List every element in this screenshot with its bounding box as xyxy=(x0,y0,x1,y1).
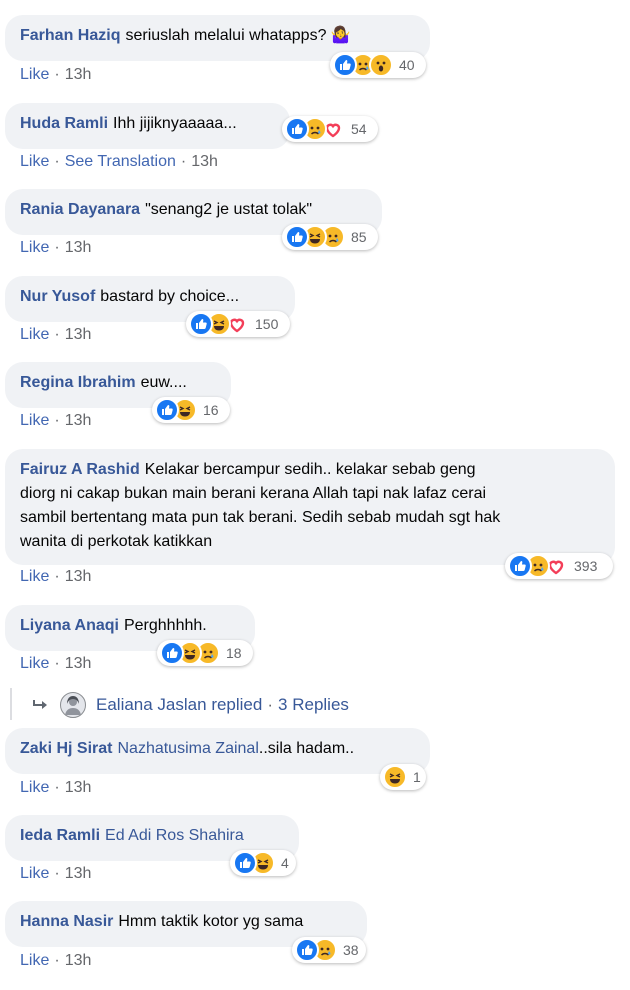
reaction-count: 1 xyxy=(413,769,421,785)
reaction-count: 54 xyxy=(351,121,367,137)
reaction-count: 150 xyxy=(255,316,279,332)
comment-actions: Like · 13h xyxy=(20,952,92,969)
comment-actions: Like · 13h xyxy=(20,865,92,882)
reaction-count: 18 xyxy=(226,645,242,661)
wow-reaction-icon xyxy=(369,53,393,77)
like-reaction-icon xyxy=(155,398,179,422)
like-link[interactable]: Like xyxy=(20,239,49,256)
comment-text: bastard by choice... xyxy=(100,288,240,305)
comment-text: "senang2 je ustat tolak" xyxy=(145,201,313,218)
reaction-summary[interactable]: 85 xyxy=(282,224,378,250)
like-link[interactable]: Like xyxy=(20,326,49,343)
commenter-name[interactable]: Fairuz A Rashid xyxy=(20,461,140,478)
comment-text-line: wanita di perkotak katikkan xyxy=(20,533,213,550)
like-link[interactable]: Like xyxy=(20,779,49,796)
reaction-summary[interactable]: 150 xyxy=(186,311,290,337)
comment-text: ..sila hadam.. xyxy=(258,740,355,757)
timestamp[interactable]: 13h xyxy=(65,568,92,585)
like-reaction-icon xyxy=(285,225,309,249)
view-replies-link[interactable]: Ealiana Jaslan replied · 3 Replies xyxy=(32,690,349,720)
comment-actions: Like · 13h xyxy=(20,655,92,672)
commenter-name[interactable]: Rania Dayanara xyxy=(20,201,140,218)
reply-action: replied xyxy=(211,695,263,714)
comment-bubble: Zaki Hj Sirat Nazhatusima Zainal..sila ha… xyxy=(5,728,430,774)
comment-actions: Like · 13h xyxy=(20,326,92,343)
reaction-summary[interactable]: 4 xyxy=(230,850,296,876)
reaction-summary[interactable]: 393 xyxy=(505,553,613,579)
like-link[interactable]: Like xyxy=(20,153,49,170)
timestamp[interactable]: 13h xyxy=(191,153,218,170)
comment-text: Ihh jijiknyaaaaa... xyxy=(113,115,237,132)
mention-link[interactable]: Ed Adi Ros Shahira xyxy=(105,827,244,844)
reaction-summary[interactable]: 16 xyxy=(152,397,230,423)
like-reaction-icon xyxy=(285,117,309,141)
mention-link[interactable]: Nazhatusima Zainal xyxy=(117,740,258,757)
reaction-count: 85 xyxy=(351,229,367,245)
comment-actions: Like · 13h xyxy=(20,239,92,256)
reply-author[interactable]: Ealiana Jaslan xyxy=(96,695,207,715)
avatar[interactable] xyxy=(60,692,86,718)
like-link[interactable]: Like xyxy=(20,655,49,672)
comment-text: Perghhhhh. xyxy=(123,617,207,634)
comment-actions: Like · 13h xyxy=(20,66,92,83)
commenter-name[interactable]: Ieda Ramli xyxy=(20,827,100,844)
like-reaction-icon xyxy=(160,641,184,665)
reaction-count: 16 xyxy=(203,402,219,418)
reaction-count: 38 xyxy=(343,942,359,958)
comment-text: Hmm taktik kotor yg sama xyxy=(118,913,304,930)
reaction-summary[interactable]: 40 xyxy=(330,52,426,78)
thread-line xyxy=(10,688,16,720)
reaction-summary[interactable]: 54 xyxy=(282,116,378,142)
commenter-name[interactable]: Hanna Nasir xyxy=(20,913,113,930)
comment-bubble: Fairuz A Rashid Kelakar bercampur sedih..… xyxy=(5,449,615,565)
commenter-name[interactable]: Zaki Hj Sirat xyxy=(20,740,112,757)
comment-text: euw.... xyxy=(140,374,187,391)
like-link[interactable]: Like xyxy=(20,412,49,429)
timestamp[interactable]: 13h xyxy=(65,412,92,429)
commenter-name[interactable]: Farhan Haziq xyxy=(20,27,120,44)
comment-text-line: Kelakar bercampur sedih.. kelakar sebab … xyxy=(144,461,476,478)
reaction-count: 40 xyxy=(399,57,415,73)
commenter-name[interactable]: Liyana Anaqi xyxy=(20,617,119,634)
like-reaction-icon xyxy=(189,312,213,336)
comment-text-line: sambil bertentang mata pun tak berani. S… xyxy=(20,509,501,526)
commenter-name[interactable]: Huda Ramli xyxy=(20,115,108,132)
timestamp[interactable]: 13h xyxy=(65,239,92,256)
reply-arrow-icon xyxy=(33,700,47,709)
commenter-name[interactable]: Nur Yusof xyxy=(20,288,95,305)
haha-reaction-icon xyxy=(383,765,407,789)
timestamp[interactable]: 13h xyxy=(65,952,92,969)
like-reaction-icon xyxy=(295,938,319,962)
comment-actions: Like · 13h xyxy=(20,568,92,585)
reaction-summary[interactable]: 18 xyxy=(157,640,253,666)
like-link[interactable]: Like xyxy=(20,952,49,969)
like-reaction-icon xyxy=(508,554,532,578)
reaction-count: 393 xyxy=(574,558,598,574)
comment-text-line: diorg ni cakap bukan main berani kerana … xyxy=(20,485,487,502)
like-link[interactable]: Like xyxy=(20,865,49,882)
comment-actions: Like · 13h xyxy=(20,412,92,429)
timestamp[interactable]: 13h xyxy=(65,326,92,343)
like-reaction-icon xyxy=(333,53,357,77)
comment-text: seriuslah melalui whatapps? 🤷‍♀️ xyxy=(125,27,351,44)
like-link[interactable]: Like xyxy=(20,66,49,83)
reaction-summary[interactable]: 38 xyxy=(292,937,366,963)
timestamp[interactable]: 13h xyxy=(65,655,92,672)
see-translation-link[interactable]: See Translation xyxy=(65,153,176,170)
like-reaction-icon xyxy=(233,851,257,875)
commenter-name[interactable]: Regina Ibrahim xyxy=(20,374,136,391)
comment-actions: Like · See Translation · 13h xyxy=(20,153,218,170)
comment-bubble: Huda Ramli Ihh jijiknyaaaaa... xyxy=(5,103,290,149)
timestamp[interactable]: 13h xyxy=(65,865,92,882)
comment-actions: Like · 13h xyxy=(20,779,92,796)
timestamp[interactable]: 13h xyxy=(65,779,92,796)
timestamp[interactable]: 13h xyxy=(65,66,92,83)
like-link[interactable]: Like xyxy=(20,568,49,585)
replies-count[interactable]: 3 Replies xyxy=(278,695,349,715)
reaction-count: 4 xyxy=(281,855,289,871)
reaction-summary[interactable]: 1 xyxy=(380,764,426,790)
